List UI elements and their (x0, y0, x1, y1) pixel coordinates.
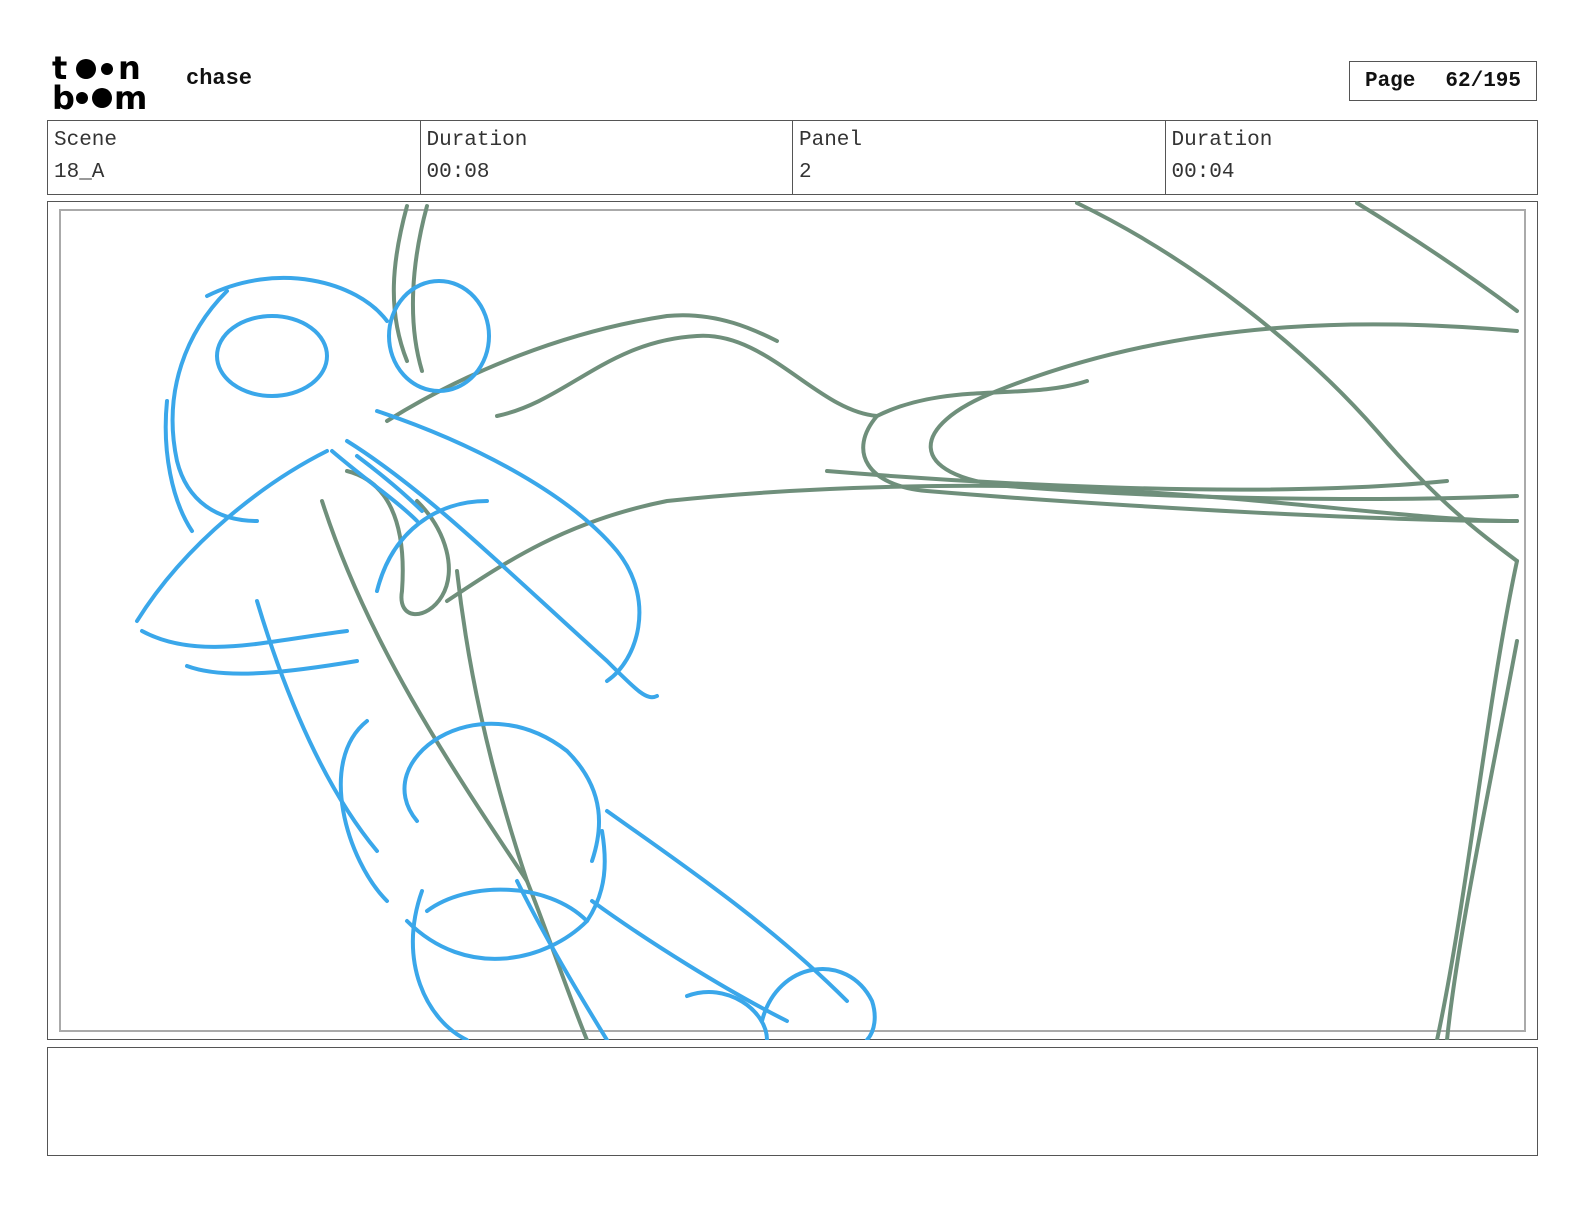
panel-cell: Panel 2 (793, 121, 1166, 194)
panel-duration-value: 00:04 (1171, 161, 1235, 184)
background-sketch-lines (320, 201, 1519, 1040)
page-label: Page (1364, 69, 1416, 93)
panel-duration-label: Duration (1171, 129, 1273, 152)
toon-boom-logo: t n b m (52, 52, 147, 112)
scene-duration-value: 00:08 (426, 161, 490, 184)
panel-label: Panel (799, 129, 863, 152)
character-sketch-lines (135, 276, 877, 1040)
storyboard-sketch (135, 201, 1519, 1040)
svg-text:m: m (114, 79, 147, 112)
panel-caption-box[interactable] (47, 1047, 1538, 1156)
panel-duration-cell: Duration 00:04 (1166, 121, 1538, 194)
project-title: chase (186, 66, 253, 91)
scene-cell: Scene 18_A (48, 121, 421, 194)
scene-duration-label: Duration (426, 129, 528, 152)
panel-value: 2 (799, 161, 812, 184)
svg-text:b: b (52, 79, 75, 112)
scene-label: Scene (54, 129, 118, 152)
page-indicator: Page 62/195 (1349, 61, 1537, 101)
scene-info-table: Scene 18_A Duration 00:08 Panel 2 Durati… (47, 120, 1538, 195)
page-number: 62/195 (1445, 69, 1522, 93)
scene-value: 18_A (54, 161, 105, 184)
scene-duration-cell: Duration 00:08 (421, 121, 793, 194)
